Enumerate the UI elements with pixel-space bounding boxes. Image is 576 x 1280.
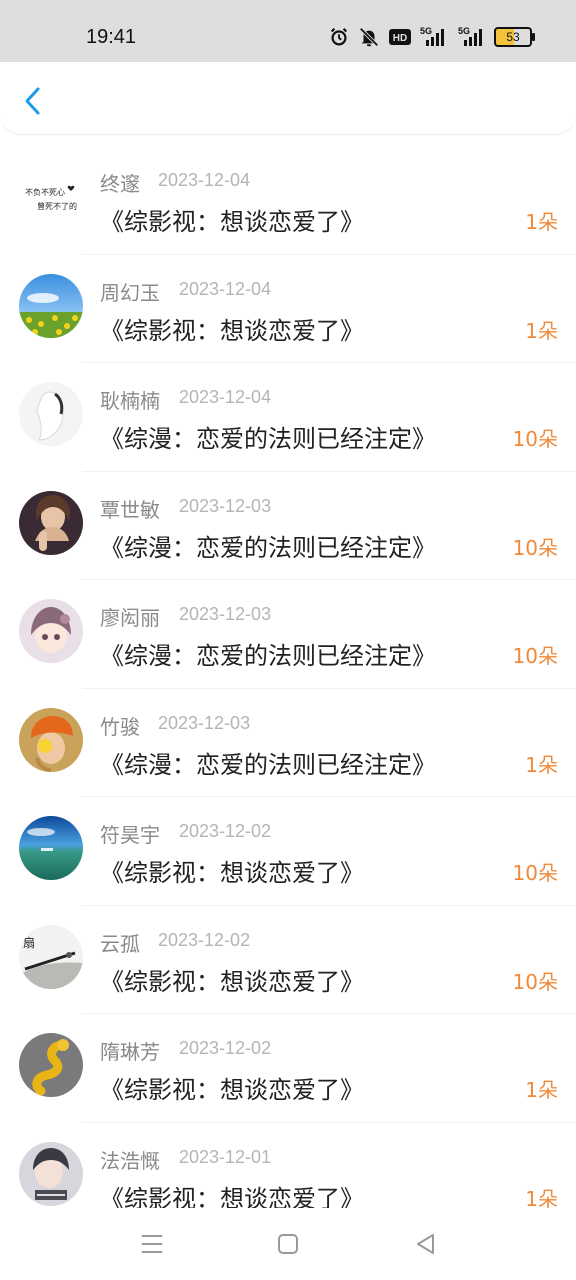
gift-record-list: 不负不死心 曾死不了的 终邃 2023-12-04 《综影视：想谈恋爱了》 1朵 周幻玉 20… bbox=[0, 146, 576, 1231]
avatar[interactable] bbox=[19, 599, 83, 663]
user-name: 竹骏 bbox=[100, 714, 140, 739]
gift-amount: 10朵 bbox=[512, 969, 558, 994]
user-name: 符昊宇 bbox=[100, 823, 160, 847]
status-icons: HD 5G 5G 53 bbox=[328, 26, 535, 48]
svg-text:不负不死心: 不负不死心 bbox=[25, 187, 65, 197]
list-item[interactable]: 耿楠楠 2023-12-04 《综漫：恋爱的法则已经注定》 10朵 bbox=[0, 363, 576, 472]
list-item[interactable]: 竹骏 2023-12-03 《综漫：恋爱的法则已经注定》 1朵 bbox=[0, 689, 576, 797]
signal1-label: 5G bbox=[420, 26, 432, 36]
avatar[interactable] bbox=[19, 707, 83, 772]
list-item[interactable]: 覃世敏 2023-12-03 《综漫：恋爱的法则已经注定》 10朵 bbox=[0, 472, 576, 580]
list-item[interactable]: 周幻玉 2023-12-04 《综影视：想谈恋爱了》 1朵 bbox=[0, 255, 576, 363]
mute-bell-icon bbox=[359, 27, 379, 47]
book-title: 《综影视：想谈恋爱了》 bbox=[100, 967, 364, 996]
list-item[interactable]: 廖闳丽 2023-12-03 《综漫：恋爱的法则已经注定》 10朵 bbox=[0, 580, 576, 689]
hd-icon: HD bbox=[389, 29, 411, 45]
gift-amount: 10朵 bbox=[512, 861, 558, 885]
chevron-left-icon bbox=[25, 87, 40, 115]
book-title: 《综影视：想谈恋爱了》 bbox=[100, 208, 364, 236]
header bbox=[0, 62, 576, 134]
status-time: 19:41 bbox=[86, 26, 137, 48]
home-button[interactable] bbox=[274, 1230, 302, 1258]
gift-amount: 1朵 bbox=[525, 752, 558, 777]
record-date: 2023-12-03 bbox=[179, 495, 272, 516]
avatar[interactable] bbox=[19, 816, 83, 880]
signal-5g-icon-2: 5G bbox=[458, 26, 482, 46]
list-item[interactable]: 不负不死心 曾死不了的 终邃 2023-12-04 《综影视：想谈恋爱了》 1朵 bbox=[0, 146, 576, 255]
book-title: 《综影视：想谈恋爱了》 bbox=[100, 1076, 364, 1104]
record-date: 2023-12-01 bbox=[179, 1146, 272, 1167]
user-name: 耿楠楠 bbox=[100, 389, 160, 413]
gift-amount: 10朵 bbox=[512, 535, 558, 560]
menu-button[interactable] bbox=[138, 1230, 166, 1258]
svg-text:扇: 扇 bbox=[23, 935, 35, 950]
back-button[interactable] bbox=[18, 84, 46, 118]
user-name: 周幻玉 bbox=[100, 280, 160, 305]
avatar[interactable] bbox=[19, 490, 83, 555]
record-date: 2023-12-02 bbox=[158, 929, 251, 950]
book-title: 《综影视：想谈恋爱了》 bbox=[100, 859, 364, 887]
home-square-icon bbox=[278, 1234, 298, 1254]
hd-label: HD bbox=[393, 33, 407, 44]
book-title: 《综漫：恋爱的法则已经注定》 bbox=[100, 425, 436, 453]
book-title: 《综影视：想谈恋爱了》 bbox=[100, 316, 364, 345]
user-name: 覃世敏 bbox=[100, 497, 160, 522]
record-date: 2023-12-03 bbox=[158, 712, 251, 733]
avatar[interactable] bbox=[19, 382, 83, 446]
battery-icon: 53 bbox=[494, 27, 535, 47]
record-date: 2023-12-04 bbox=[179, 278, 272, 299]
avatar[interactable] bbox=[19, 273, 83, 338]
book-title: 《综漫：恋爱的法则已经注定》 bbox=[100, 533, 436, 562]
book-title: 《综漫：恋爱的法则已经注定》 bbox=[100, 750, 436, 779]
record-date: 2023-12-02 bbox=[179, 1038, 272, 1058]
alarm-icon bbox=[330, 27, 348, 46]
user-name: 廖闳丽 bbox=[100, 606, 160, 630]
book-title: 《综漫：恋爱的法则已经注定》 bbox=[100, 642, 436, 670]
user-name: 云孤 bbox=[100, 931, 140, 956]
list-item[interactable]: 符昊宇 2023-12-02 《综影视：想谈恋爱了》 10朵 bbox=[0, 797, 576, 906]
user-name: 终邃 bbox=[100, 172, 140, 196]
user-name: 法浩慨 bbox=[100, 1148, 160, 1173]
gift-amount: 10朵 bbox=[512, 644, 558, 668]
battery-level: 53 bbox=[506, 30, 520, 44]
avatar[interactable] bbox=[19, 1033, 83, 1097]
signal2-label: 5G bbox=[458, 26, 470, 36]
system-nav-bar bbox=[0, 1208, 576, 1280]
record-date: 2023-12-02 bbox=[179, 821, 272, 841]
gift-amount: 1朵 bbox=[525, 318, 558, 343]
list-item[interactable]: 扇 云孤 2023-12-02 《综影视：想谈恋爱了》 10朵 bbox=[0, 906, 576, 1014]
avatar[interactable]: 不负不死心曾死不了的 bbox=[19, 165, 83, 229]
record-date: 2023-12-04 bbox=[158, 170, 251, 190]
avatar[interactable]: 扇 bbox=[19, 924, 83, 989]
svg-text:曾死不了的: 曾死不了的 bbox=[37, 201, 77, 211]
gift-amount: 10朵 bbox=[512, 427, 558, 451]
nav-back-button[interactable] bbox=[412, 1230, 440, 1258]
gift-amount: 1朵 bbox=[525, 1078, 558, 1102]
back-triangle-icon bbox=[417, 1234, 434, 1254]
list-item[interactable]: 隋琳芳 2023-12-02 《综影视：想谈恋爱了》 1朵 bbox=[0, 1014, 576, 1123]
avatar[interactable] bbox=[19, 1141, 83, 1206]
record-date: 2023-12-04 bbox=[179, 387, 272, 407]
user-name: 隋琳芳 bbox=[100, 1040, 160, 1064]
gift-amount: 1朵 bbox=[525, 210, 558, 234]
signal-5g-icon: 5G bbox=[420, 26, 444, 46]
record-date: 2023-12-03 bbox=[179, 604, 272, 624]
menu-icon bbox=[142, 1235, 162, 1253]
